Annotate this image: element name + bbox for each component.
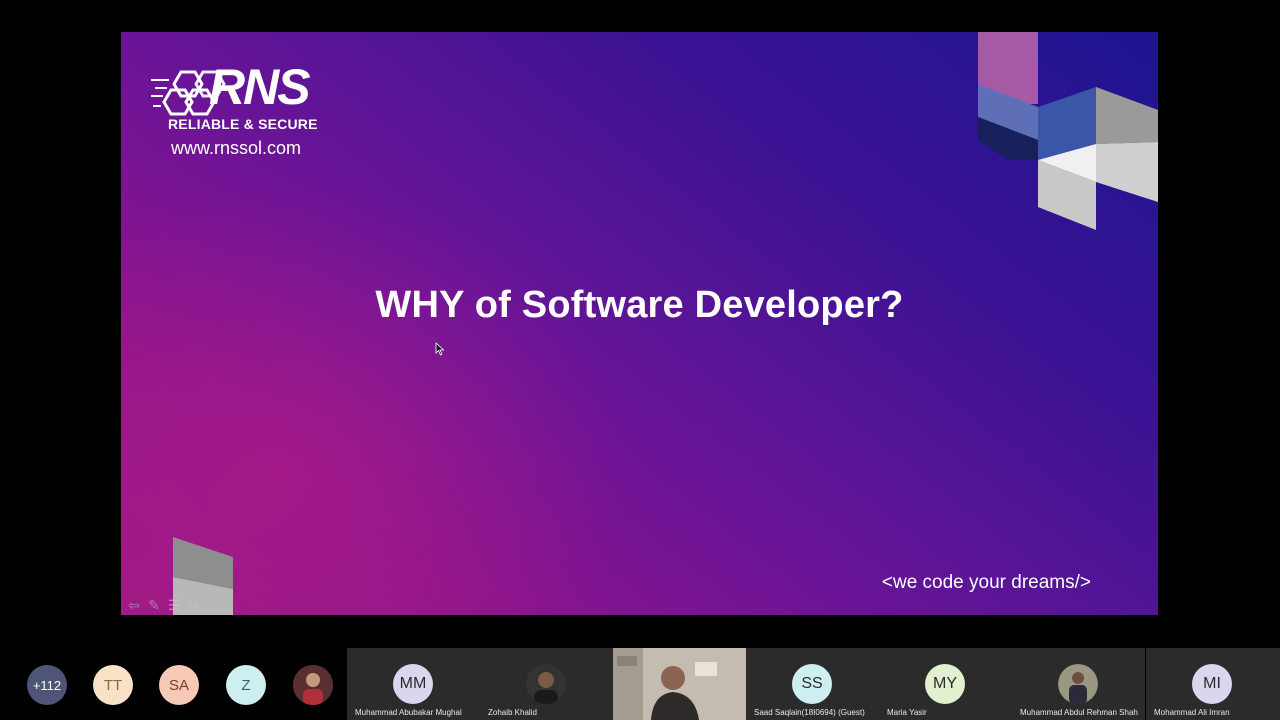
participant-avatar[interactable]: Z (226, 665, 266, 705)
participant-tile[interactable]: SS Saad Saqlain(18I0694) (Guest) (746, 648, 879, 720)
participant-name: Mohammad Ali Imran (1154, 708, 1230, 717)
participant-initials: MI (1192, 664, 1232, 704)
slide-motto: <we code your dreams/> (881, 572, 1091, 593)
participant-name: Muhammad Abubakar Mughal (355, 708, 462, 717)
participant-tile[interactable]: MI Mohammad Ali Imran (1146, 648, 1280, 720)
participant-tile[interactable]: Muhammad Abdul Rehman Shah (1012, 648, 1145, 720)
more-participants-badge[interactable]: +112 (27, 665, 67, 705)
previous-slide-icon[interactable]: ⇦ (125, 597, 143, 613)
participant-name: Saad Saqlain(18I0694) (Guest) (754, 708, 865, 717)
participant-name: Muhammad Abdul Rehman Shah (1020, 708, 1138, 717)
participant-initials: MM (393, 664, 433, 704)
participant-tile[interactable]: Zohaib Khalid (480, 648, 613, 720)
participant-avatar[interactable]: SA (159, 665, 199, 705)
person-photo-icon (293, 665, 333, 705)
participant-name: Maria Yasir (887, 708, 927, 717)
participant-strip: +112 TT SA Z MM Muhammad Abubakar Mughal… (0, 648, 1280, 720)
slide-navigation: ⇦ ✎ ☰ ⇨ (125, 597, 203, 613)
participant-tile[interactable]: MM Muhammad Abubakar Mughal (347, 648, 480, 720)
mouse-cursor-icon (435, 342, 445, 356)
participant-photo-avatar[interactable] (293, 665, 333, 705)
geometric-decoration-top-right (978, 32, 1158, 230)
participant-name: Zohaib Khalid (488, 708, 537, 717)
participant-video-tile[interactable] (613, 648, 746, 720)
website-link: www.rnssol.com (171, 138, 302, 158)
person-photo-icon (526, 664, 566, 704)
participant-initials: SS (792, 664, 832, 704)
person-photo-icon (1058, 664, 1098, 704)
next-slide-icon[interactable]: ⇨ (185, 597, 203, 613)
slide-title: WHY of Software Developer? (375, 284, 904, 326)
participant-avatar[interactable]: TT (93, 665, 133, 705)
presentation-slide: RNS RELIABLE & SECURE www.rnssol.com WHY… (121, 32, 1158, 615)
participant-tile[interactable]: MY Maria Yasir (879, 648, 1012, 720)
logo-text: RNS (209, 59, 311, 115)
slide-menu-icon[interactable]: ☰ (165, 597, 183, 613)
logo-tagline: RELIABLE & SECURE (168, 116, 318, 132)
pen-tool-icon[interactable]: ✎ (145, 597, 163, 613)
presenter-video-feed (613, 648, 746, 720)
participant-initials: MY (925, 664, 965, 704)
